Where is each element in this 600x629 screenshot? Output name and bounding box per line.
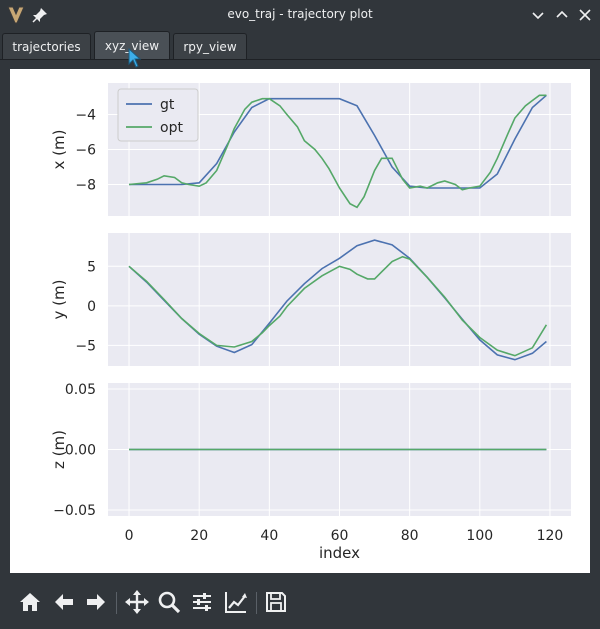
- x-tick-label: 40: [260, 528, 278, 544]
- y-tick-label: 5: [87, 259, 96, 275]
- minimize-icon[interactable]: [528, 5, 548, 25]
- x-axis-label: index: [319, 544, 360, 562]
- y-axis-label: z (m): [50, 430, 68, 469]
- tab-trajectories[interactable]: trajectories: [2, 33, 91, 59]
- y-tick-label: 0: [87, 299, 96, 315]
- legend-label-opt: opt: [160, 120, 183, 136]
- x-tick-label: 100: [466, 528, 493, 544]
- navigation-toolbar: [0, 580, 600, 629]
- y-axis-label: x (m): [50, 130, 68, 170]
- legend-label-gt: gt: [160, 97, 175, 113]
- close-icon[interactable]: [575, 5, 595, 25]
- maximize-icon[interactable]: [552, 5, 572, 25]
- y-tick-label: −4: [75, 108, 96, 124]
- toolbar-separator: [256, 592, 257, 614]
- save-icon[interactable]: [262, 588, 290, 616]
- x-tick-label: 80: [401, 528, 419, 544]
- y-tick-label: −8: [75, 178, 96, 194]
- legend-box: [117, 88, 199, 142]
- x-tick-label: 120: [537, 528, 564, 544]
- window-titlebar: evo_traj - trajectory plot: [0, 0, 600, 30]
- y-axis-label: y (m): [50, 280, 68, 320]
- window-title: evo_traj - trajectory plot: [227, 7, 373, 21]
- x-tick-label: 0: [125, 528, 134, 544]
- edit-curves-icon[interactable]: [222, 588, 250, 616]
- y-tick-label: 0.05: [65, 382, 96, 398]
- tab-bar: trajectories xyz_view rpy_view: [0, 30, 600, 60]
- tab-rpy-view[interactable]: rpy_view: [173, 33, 247, 59]
- zoom-icon[interactable]: [155, 588, 183, 616]
- y-tick-label: −5: [75, 338, 96, 354]
- xyz-plot[interactable]: −8 −6 −4 x (m) gt opt −5 0 5 y (m) −0.05 0.00 0.05 0 2…: [10, 69, 590, 573]
- pan-icon[interactable]: [123, 588, 151, 616]
- y-tick-label: −6: [75, 143, 96, 159]
- x-tick-label: 60: [331, 528, 349, 544]
- y-tick-label: −0.05: [53, 503, 96, 519]
- y-tick-label: 0.00: [65, 443, 96, 459]
- forward-icon[interactable]: [82, 588, 110, 616]
- toolbar-separator: [116, 592, 117, 614]
- x-tick-label: 20: [190, 528, 208, 544]
- configure-subplots-icon[interactable]: [188, 588, 216, 616]
- mouse-cursor-icon: [128, 48, 142, 68]
- home-icon[interactable]: [16, 588, 44, 616]
- plot-figure[interactable]: −8 −6 −4 x (m) gt opt −5 0 5 y (m) −0.05 0.00 0.05 0 2…: [10, 69, 590, 573]
- back-icon[interactable]: [50, 588, 78, 616]
